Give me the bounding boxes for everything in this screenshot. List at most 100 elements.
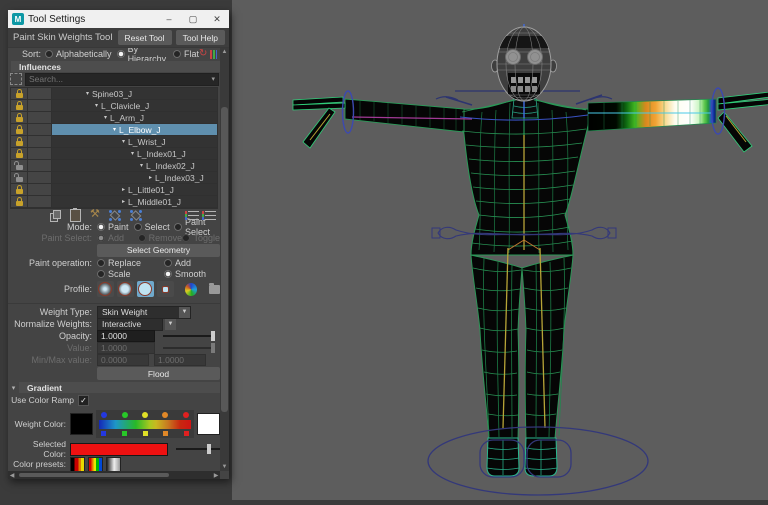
preset-rainbow-ramp[interactable] [88,457,103,472]
paint-op-scale[interactable]: Scale [97,269,164,279]
ramp-stop-handle[interactable] [162,412,168,418]
maximize-button[interactable]: ▢ [181,10,205,28]
tree-view-icon[interactable] [205,211,216,220]
copy-weights-icon[interactable] [50,210,61,221]
expand-arrow-icon[interactable]: ▾ [131,150,134,157]
vertical-scrollbar[interactable]: ▲ ▼ [220,48,229,471]
expand-arrow-icon[interactable]: ▾ [95,102,98,109]
sort-option-flat[interactable]: Flat [173,49,199,59]
color-columns-icon[interactable] [210,50,217,59]
influence-row-little01[interactable]: ▸L_Little01_J [11,184,217,195]
brush-square-button[interactable] [157,281,174,297]
search-field[interactable]: ▾ [25,73,219,86]
viewport-canvas[interactable] [232,0,768,500]
chevron-down-icon[interactable]: ▼ [165,319,176,330]
refresh-influences-icon[interactable]: ↻ [199,49,207,59]
browse-brush-folder-icon[interactable] [209,285,220,294]
scroll-right-icon[interactable]: ▶ [212,472,220,479]
unlock-icon[interactable] [11,172,27,183]
influence-row-middle01[interactable]: ▸L_Middle01_J [11,196,217,207]
weight-color-right-swatch[interactable] [197,413,220,435]
influence-row-index01[interactable]: ▾L_Index01_J [11,148,217,159]
selected-color-slider[interactable] [176,448,220,450]
expand-arrow-icon[interactable]: ▸ [149,174,152,181]
window-titlebar[interactable]: M Tool Settings – ▢ ✕ [8,10,229,28]
lock-icon[interactable] [11,184,27,195]
flood-button[interactable]: Flood [97,367,220,380]
influence-row-wrist[interactable]: ▾L_Wrist_J [11,136,217,147]
reset-tool-button[interactable]: Reset Tool [118,30,172,45]
select-geometry-button[interactable]: Select Geometry [97,244,220,257]
gradient-section-header[interactable]: ▾ Gradient [8,382,220,393]
preset-fire-ramp[interactable] [70,457,85,472]
paste-weights-icon[interactable] [70,209,81,222]
influence-row-clavicle[interactable]: ▾L_Clavicle_J [11,100,217,111]
expand-arrow-icon[interactable]: ▾ [113,126,116,133]
lock-icon[interactable] [11,100,27,111]
expand-arrow-icon[interactable]: ▾ [86,90,89,97]
preset-grayscale-ramp[interactable] [106,457,121,472]
sort-option-alphabetically[interactable]: Alphabetically [45,49,112,59]
brush-solid-button[interactable] [137,281,154,297]
hammer-weights-icon[interactable]: ⚒ [90,209,100,220]
brush-soft-button[interactable] [117,281,134,297]
search-input[interactable] [26,74,211,84]
lock-icon[interactable] [11,88,27,99]
weight-color-left-swatch[interactable] [70,413,93,435]
scroll-up-icon[interactable]: ▲ [220,48,229,56]
expand-arrow-icon[interactable]: ▸ [122,198,125,205]
scroll-down-icon[interactable]: ▼ [220,463,229,471]
expand-arrow-icon[interactable]: ▸ [122,186,125,193]
ramp-stop-handle[interactable] [122,412,128,418]
opacity-slider[interactable] [163,335,215,337]
influence-row-arm[interactable]: ▾L_Arm_J [11,112,217,123]
image-brush-icon[interactable] [185,283,197,296]
brush-gaussian-button[interactable] [97,281,114,297]
selected-color-swatch[interactable] [70,443,168,456]
horizontal-scroll-thumb[interactable] [19,473,169,477]
lock-icon[interactable] [11,196,27,207]
3d-viewport[interactable] [232,0,768,500]
tool-help-button[interactable]: Tool Help [176,30,225,45]
selection-filter-icon[interactable] [10,73,22,85]
mode-paint[interactable]: Paint [97,222,134,232]
paint-op-replace[interactable]: Replace [97,258,164,268]
color-ramp-bar[interactable] [99,420,191,429]
use-color-ramp-checkbox[interactable]: ✓ [78,395,89,406]
unlock-icon[interactable] [11,160,27,171]
ramp-stop-marker[interactable] [143,431,148,436]
lock-icon[interactable] [11,136,27,147]
character-model[interactable] [293,92,768,476]
influence-row-spine03[interactable]: ▾Spine03_J [11,88,217,99]
ramp-stop-handle[interactable] [142,412,148,418]
paint-op-add[interactable]: Add [164,258,191,268]
close-button[interactable]: ✕ [205,10,229,28]
collapse-arrow-icon[interactable]: ▾ [8,384,19,392]
list-view-icon[interactable] [188,211,199,220]
move-influences-icon[interactable] [109,210,121,221]
color-ramp-widget[interactable] [96,410,194,438]
paint-op-smooth[interactable]: Smooth [164,269,206,279]
influence-row-elbow-selected[interactable]: ▾L_Elbow_J [11,124,217,135]
opacity-input[interactable] [97,330,155,342]
influence-row-index03[interactable]: ▸L_Index03_J [11,172,217,183]
lock-icon[interactable] [11,148,27,159]
minimize-button[interactable]: – [157,10,181,28]
vertical-scroll-thumb[interactable] [221,107,228,412]
lock-icon[interactable] [11,124,27,135]
influence-row-index02[interactable]: ▾L_Index02_J [11,160,217,171]
horizontal-scrollbar[interactable]: ◀ ▶ [8,471,220,479]
ramp-stop-handle[interactable] [183,412,189,418]
expand-arrow-icon[interactable]: ▾ [140,162,143,169]
influences-section-header[interactable]: Influences [8,61,220,72]
ramp-stop-marker[interactable] [101,431,106,436]
ramp-stop-marker[interactable] [184,431,189,436]
mode-select[interactable]: Select [134,222,174,232]
lock-icon[interactable] [11,112,27,123]
show-influences-icon[interactable] [130,210,142,221]
search-filter-dropdown-icon[interactable]: ▾ [211,75,218,83]
expand-arrow-icon[interactable]: ▾ [104,114,107,121]
scroll-left-icon[interactable]: ◀ [8,472,16,479]
expand-arrow-icon[interactable]: ▾ [122,138,125,145]
ramp-stop-handle[interactable] [101,412,107,418]
